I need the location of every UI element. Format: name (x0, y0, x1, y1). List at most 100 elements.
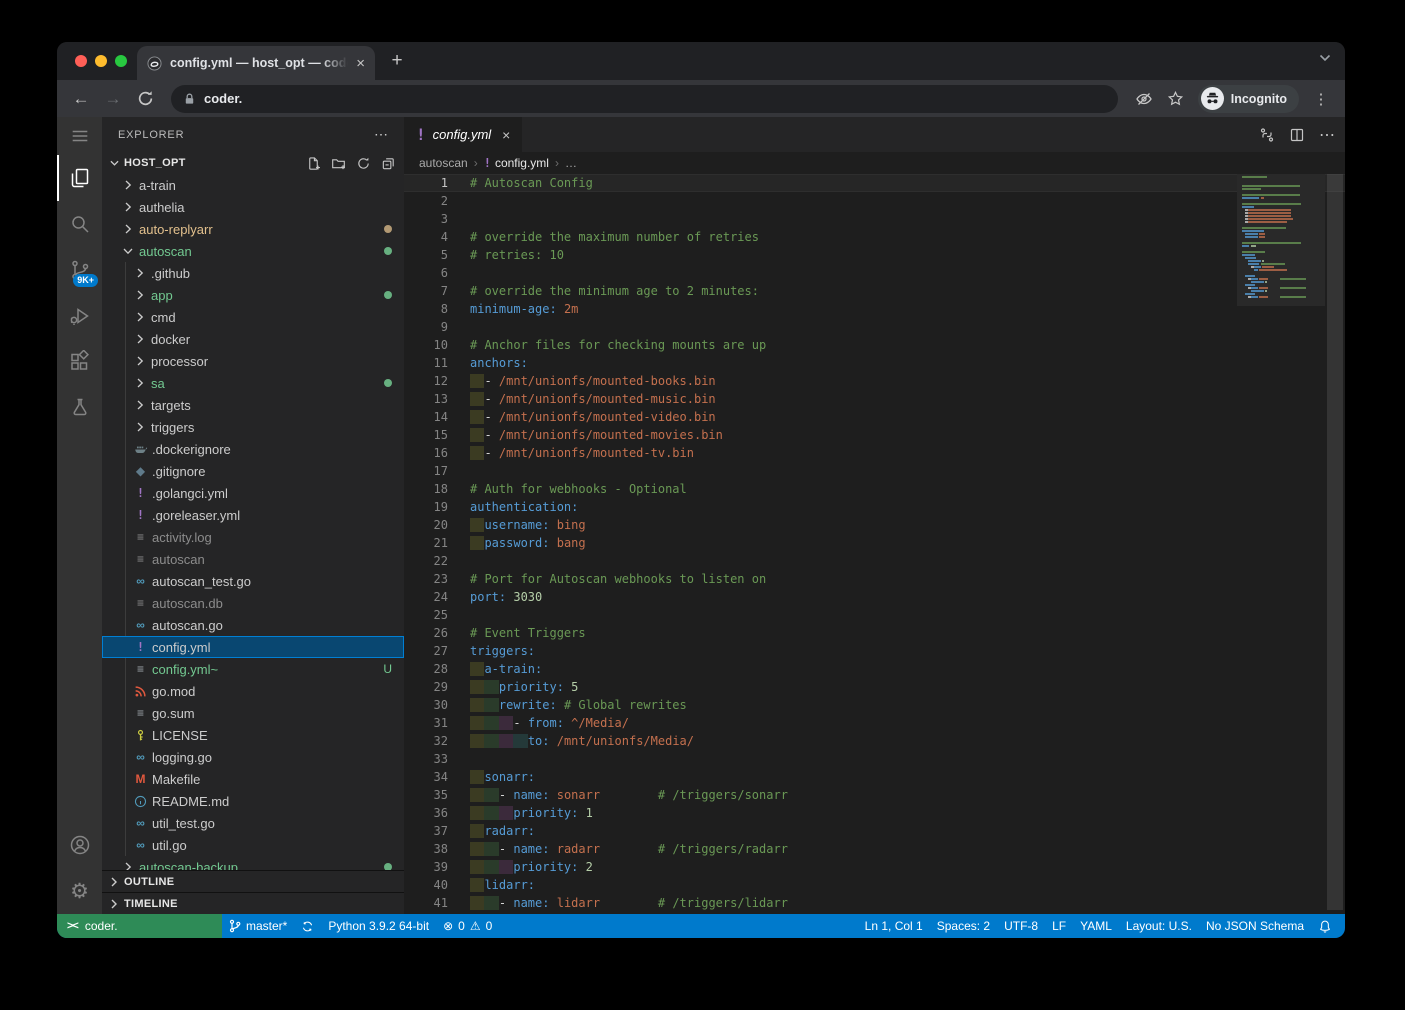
tree-item-makefile[interactable]: MMakefile (102, 768, 404, 790)
reload-icon[interactable] (131, 85, 159, 113)
tree-item-a-train[interactable]: a-train (102, 174, 404, 196)
code-line-33[interactable]: 33 (404, 750, 1345, 768)
tree-item-processor[interactable]: processor (102, 350, 404, 372)
bookmark-star-icon[interactable] (1162, 85, 1190, 113)
browser-menu-icon[interactable]: ⋮ (1307, 85, 1335, 113)
close-icon[interactable]: × (502, 127, 510, 143)
outline-section[interactable]: OUTLINE (102, 870, 404, 892)
notifications-bell-icon[interactable] (1311, 914, 1339, 938)
tree-item--github[interactable]: .github (102, 262, 404, 284)
python-interpreter[interactable]: Python 3.9.2 64-bit (321, 914, 436, 938)
tree-item-config-yml[interactable]: !config.yml (102, 636, 404, 658)
tree-item-autoscan-test-go[interactable]: ∞autoscan_test.go (102, 570, 404, 592)
code-line-41[interactable]: 41 - name: lidarr # /triggers/lidarr (404, 894, 1345, 912)
sidebar-item-run-debug[interactable] (57, 293, 102, 339)
encoding-status[interactable]: UTF-8 (997, 914, 1045, 938)
breadcrumb-file[interactable]: config.yml (495, 156, 549, 170)
minimize-window-button[interactable] (95, 55, 107, 67)
code-line-18[interactable]: 18# Auth for webhooks - Optional (404, 480, 1345, 498)
code-line-10[interactable]: 10# Anchor files for checking mounts are… (404, 336, 1345, 354)
tree-item-util-test-go[interactable]: ∞util_test.go (102, 812, 404, 834)
code-line-39[interactable]: 39 priority: 2 (404, 858, 1345, 876)
account-icon[interactable] (57, 822, 102, 868)
tab-search-chevron-icon[interactable] (1319, 54, 1331, 62)
vertical-scrollbar[interactable] (1325, 174, 1345, 914)
zoom-window-button[interactable] (115, 55, 127, 67)
problems-status[interactable]: ⊗ 0 ⚠ 0 (436, 914, 499, 938)
code-line-9[interactable]: 9 (404, 318, 1345, 336)
code-line-32[interactable]: 32 to: /mnt/unionfs/Media/ (404, 732, 1345, 750)
tree-item-authelia[interactable]: authelia (102, 196, 404, 218)
tree-item--golangci-yml[interactable]: !.golangci.yml (102, 482, 404, 504)
tree-item-app[interactable]: app (102, 284, 404, 306)
code-line-40[interactable]: 40 lidarr: (404, 876, 1345, 894)
tree-item-autoscan-db[interactable]: ≡autoscan.db (102, 592, 404, 614)
code-line-34[interactable]: 34 sonarr: (404, 768, 1345, 786)
menu-icon[interactable] (57, 117, 102, 155)
split-editor-icon[interactable] (1289, 127, 1305, 143)
code-line-20[interactable]: 20 username: bing (404, 516, 1345, 534)
code-line-21[interactable]: 21 password: bang (404, 534, 1345, 552)
tree-item-activity-log[interactable]: ≡activity.log (102, 526, 404, 548)
tree-item--dockerignore[interactable]: .dockerignore (102, 438, 404, 460)
code-line-28[interactable]: 28 a-train: (404, 660, 1345, 678)
refresh-icon[interactable] (356, 156, 371, 171)
code-line-22[interactable]: 22 (404, 552, 1345, 570)
tree-item-license[interactable]: LICENSE (102, 724, 404, 746)
breadcrumb-symbol[interactable]: … (565, 156, 577, 170)
code-line-35[interactable]: 35 - name: sonarr # /triggers/sonarr (404, 786, 1345, 804)
tree-item--gitignore[interactable]: ◆.gitignore (102, 460, 404, 482)
back-icon[interactable]: ← (67, 85, 95, 113)
eol-status[interactable]: LF (1045, 914, 1073, 938)
gear-icon[interactable]: ⚙ (57, 868, 102, 914)
tree-item-auto-replyarr[interactable]: auto-replyarr (102, 218, 404, 240)
explorer-more-icon[interactable]: ⋯ (374, 126, 388, 143)
workspace-root-row[interactable]: HOST_OPT (102, 152, 404, 174)
code-line-24[interactable]: 24port: 3030 (404, 588, 1345, 606)
open-changes-icon[interactable] (1259, 127, 1275, 143)
browser-tab[interactable]: config.yml — host_opt — code × (137, 46, 375, 80)
timeline-section[interactable]: TIMELINE (102, 892, 404, 914)
tree-item-triggers[interactable]: triggers (102, 416, 404, 438)
language-mode[interactable]: YAML (1073, 914, 1119, 938)
new-folder-icon[interactable] (331, 156, 346, 171)
sync-button[interactable] (294, 914, 321, 938)
code-line-6[interactable]: 6 (404, 264, 1345, 282)
code-editor[interactable]: 1# Autoscan Config234# override the maxi… (404, 174, 1345, 914)
code-line-7[interactable]: 7# override the minimum age to 2 minutes… (404, 282, 1345, 300)
minimap[interactable] (1237, 174, 1325, 914)
indentation-status[interactable]: Spaces: 2 (930, 914, 997, 938)
cursor-position[interactable]: Ln 1, Col 1 (858, 914, 930, 938)
remote-indicator[interactable]: >< coder. (57, 914, 222, 938)
code-line-27[interactable]: 27triggers: (404, 642, 1345, 660)
tree-item-sa[interactable]: sa (102, 372, 404, 394)
tree-item-autoscan-backup[interactable]: autoscan-backup (102, 856, 404, 870)
tree-item-go-sum[interactable]: ≡go.sum (102, 702, 404, 724)
sidebar-item-source-control[interactable]: 9K+ (57, 247, 102, 293)
code-line-38[interactable]: 38 - name: radarr # /triggers/radarr (404, 840, 1345, 858)
forward-icon[interactable]: → (99, 85, 127, 113)
code-line-23[interactable]: 23# Port for Autoscan webhooks to listen… (404, 570, 1345, 588)
code-line-1[interactable]: 1# Autoscan Config (404, 174, 1345, 192)
sidebar-item-search[interactable] (57, 201, 102, 247)
code-line-12[interactable]: 12 - /mnt/unionfs/mounted-books.bin (404, 372, 1345, 390)
code-line-25[interactable]: 25 (404, 606, 1345, 624)
address-bar[interactable]: coder. (171, 85, 1118, 113)
branch-status[interactable]: master* (222, 914, 294, 938)
close-tab-icon[interactable]: × (356, 56, 365, 71)
code-line-36[interactable]: 36 priority: 1 (404, 804, 1345, 822)
new-file-icon[interactable] (306, 156, 321, 171)
collapse-all-icon[interactable] (381, 156, 396, 171)
new-tab-button[interactable]: + (383, 47, 411, 75)
code-line-37[interactable]: 37 radarr: (404, 822, 1345, 840)
tree-item-targets[interactable]: targets (102, 394, 404, 416)
code-line-14[interactable]: 14 - /mnt/unionfs/mounted-video.bin (404, 408, 1345, 426)
code-line-30[interactable]: 30 rewrite: # Global rewrites (404, 696, 1345, 714)
editor-more-icon[interactable]: ⋯ (1319, 125, 1335, 145)
editor-tab-config-yml[interactable]: ! config.yml × (404, 117, 522, 152)
keyboard-layout[interactable]: Layout: U.S. (1119, 914, 1199, 938)
sidebar-item-extensions[interactable] (57, 339, 102, 385)
sidebar-item-explorer[interactable] (57, 155, 102, 201)
code-line-2[interactable]: 2 (404, 192, 1345, 210)
code-line-8[interactable]: 8minimum-age: 2m (404, 300, 1345, 318)
